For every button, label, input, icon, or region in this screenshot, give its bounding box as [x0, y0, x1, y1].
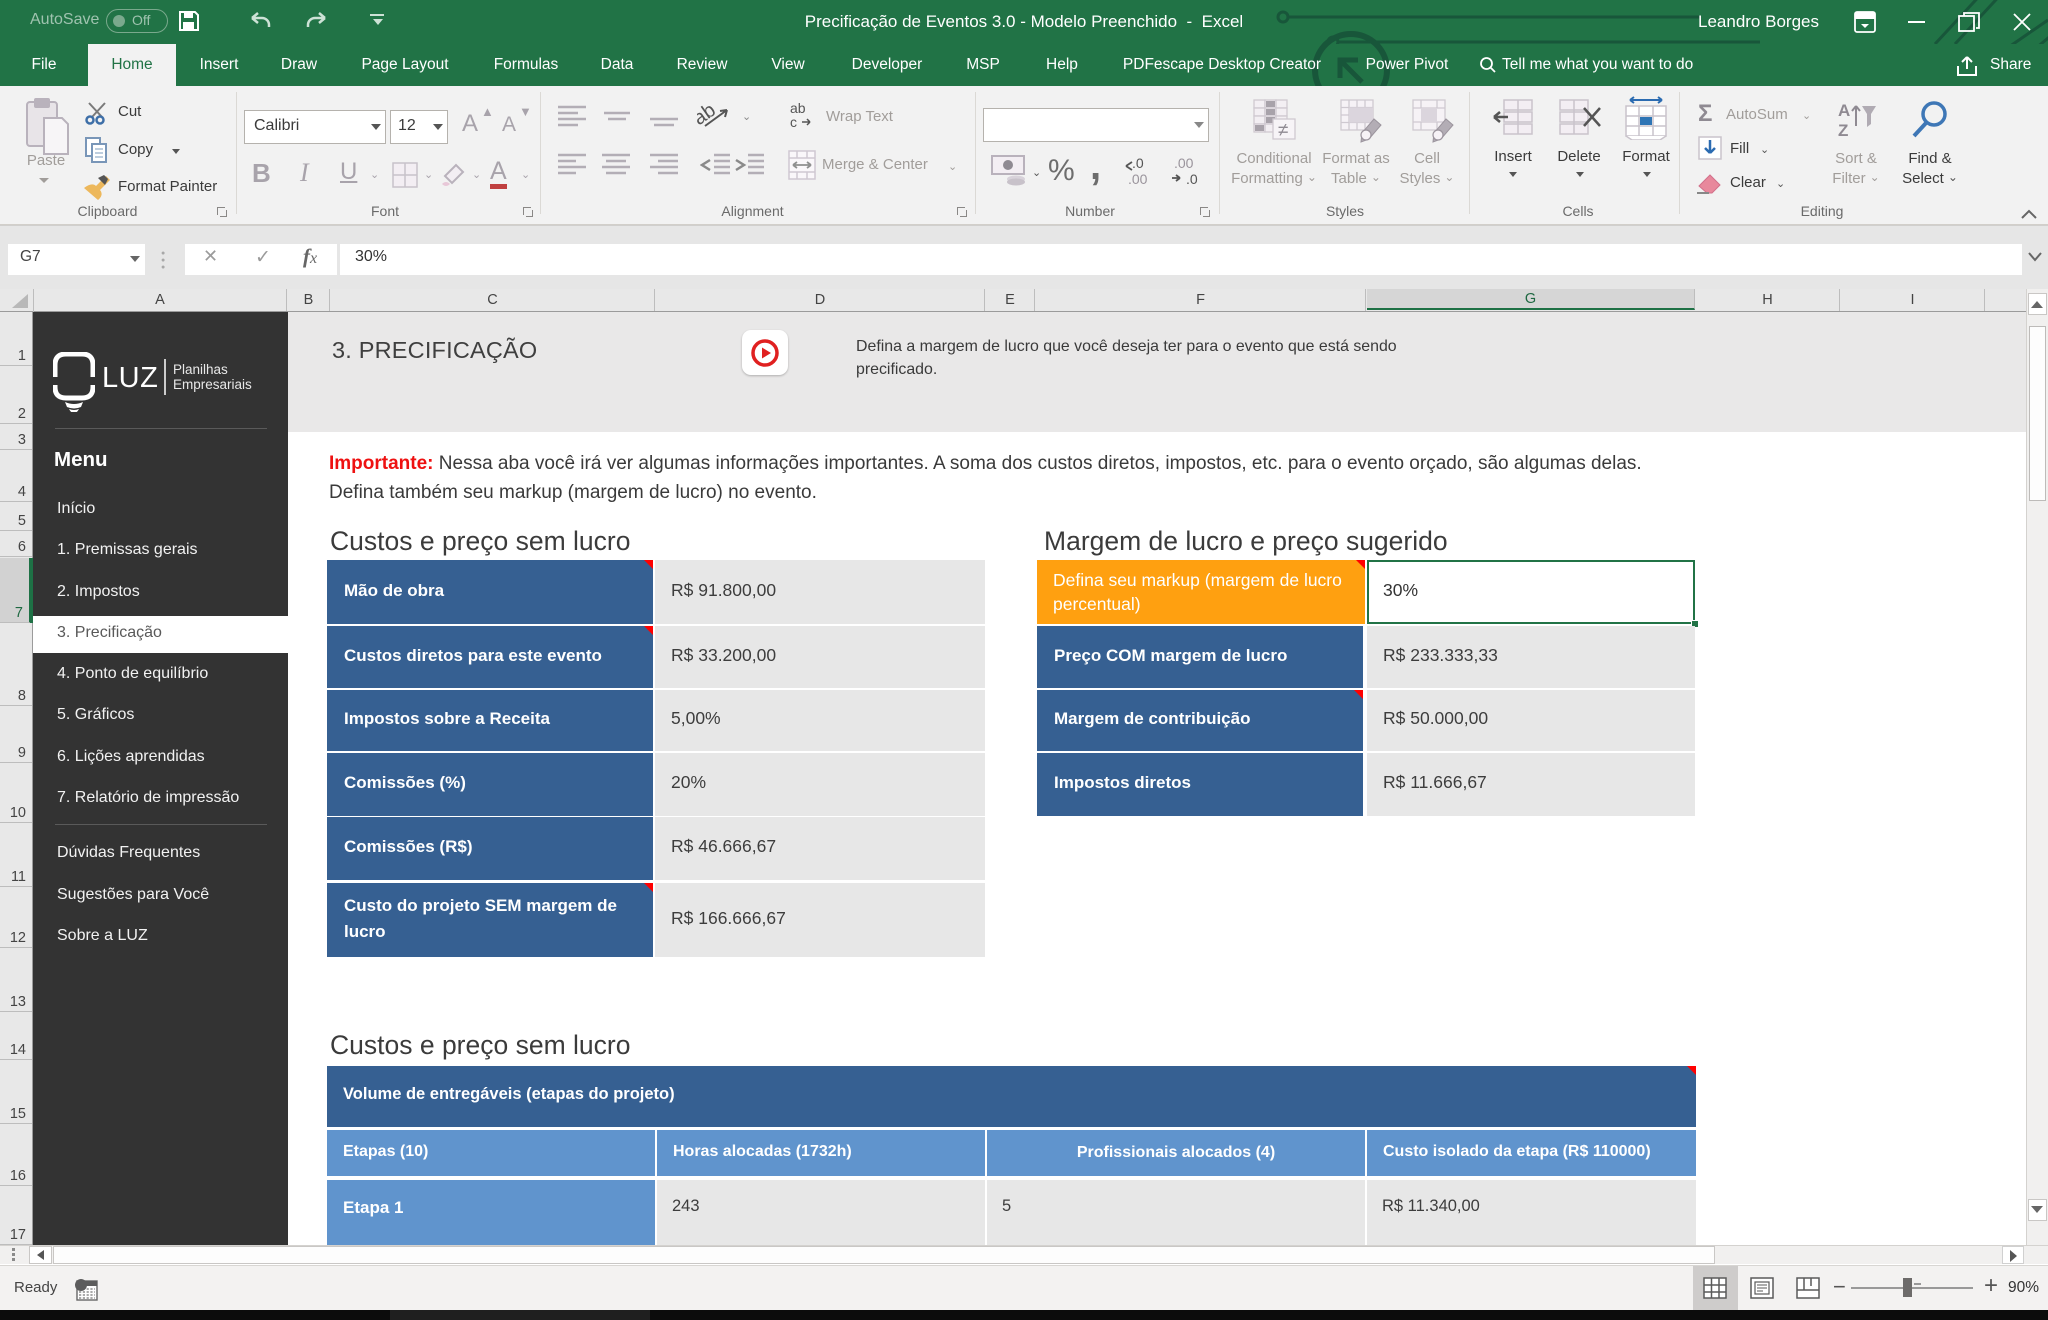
svg-text:.00: .00: [1128, 171, 1148, 187]
svg-text:.00: .00: [1174, 155, 1194, 171]
svg-text:A: A: [1838, 101, 1850, 120]
svg-text:≠: ≠: [1278, 120, 1288, 141]
svg-text:ab: ab: [697, 100, 720, 130]
svg-text:.0: .0: [1132, 155, 1144, 171]
svg-text:.0: .0: [1186, 171, 1198, 187]
svg-text:Z: Z: [1838, 121, 1848, 140]
svg-text:c: c: [790, 114, 797, 130]
